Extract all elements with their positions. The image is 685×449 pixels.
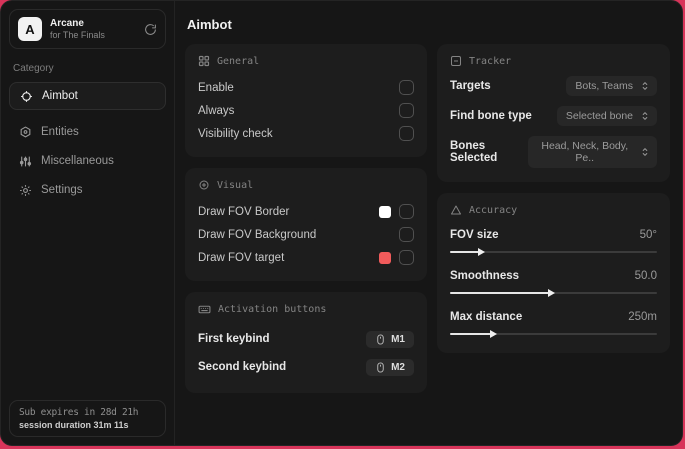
card-accuracy: Accuracy FOV size 50° Smoothness 50.0 Ma… <box>437 193 670 353</box>
fov-target-color-swatch[interactable] <box>379 251 391 264</box>
max-distance-slider[interactable] <box>450 329 657 339</box>
entities-icon <box>19 125 32 139</box>
second-keybind-button[interactable]: M2 <box>366 358 414 376</box>
dropdown-value: Head, Neck, Body, Pe.. <box>541 140 629 164</box>
mouse-icon <box>375 361 386 373</box>
main-content: Aimbot General Enable Always Visibility … <box>175 1 682 445</box>
refresh-icon[interactable] <box>144 23 157 36</box>
sidebar-item-label: Settings <box>41 184 83 196</box>
crosshair-icon <box>20 90 33 103</box>
setting-label: Enable <box>198 81 234 94</box>
sub-expiry-text: Sub expires in 28d 21h <box>19 407 139 418</box>
slider-thumb[interactable] <box>548 289 556 297</box>
always-checkbox[interactable] <box>399 103 414 118</box>
category-label: Category <box>13 63 54 74</box>
sidebar-item-label: Miscellaneous <box>41 155 114 167</box>
setting-label: Targets <box>450 80 491 92</box>
smoothness-value: 50.0 <box>634 270 657 282</box>
first-keybind-button[interactable]: M1 <box>366 330 414 348</box>
gear-icon <box>19 184 32 197</box>
setting-label: Smoothness <box>450 270 520 282</box>
keyboard-icon <box>198 303 211 316</box>
card-tracker: Tracker Targets Bots, Teams Find bone ty… <box>437 44 670 182</box>
card-activation-buttons: Activation buttons First keybind M1 Seco… <box>185 292 427 393</box>
fov-size-value: 50° <box>639 229 657 241</box>
card-title: Activation buttons <box>218 304 327 315</box>
app-window: A Arcane for The Finals Category Aimbot … <box>0 0 683 446</box>
dropdown-value: Selected bone <box>565 110 633 122</box>
sidebar-item-miscellaneous[interactable]: Miscellaneous <box>9 147 166 175</box>
visual-icon <box>198 179 210 191</box>
page-title: Aimbot <box>187 17 232 32</box>
smoothness-slider[interactable] <box>450 288 657 298</box>
max-distance-value: 250m <box>628 311 657 323</box>
fov-border-color-swatch[interactable] <box>379 205 391 218</box>
app-logo: A <box>18 17 42 41</box>
visibility-check-checkbox[interactable] <box>399 126 414 141</box>
setting-label: Always <box>198 104 235 117</box>
bones-selected-dropdown[interactable]: Head, Neck, Body, Pe.. <box>527 136 657 168</box>
dropdown-value: Bots, Teams <box>575 80 633 92</box>
keybind-value: M2 <box>391 361 405 373</box>
session-duration-text: session duration 31m 11s <box>19 420 129 430</box>
keybind-value: M1 <box>391 333 405 345</box>
card-title: General <box>217 55 260 67</box>
draw-fov-background-checkbox[interactable] <box>399 227 414 242</box>
app-header: A Arcane for The Finals <box>9 9 166 49</box>
setting-label: First keybind <box>198 333 270 345</box>
slider-thumb[interactable] <box>490 330 498 338</box>
card-general: General Enable Always Visibility check <box>185 44 427 157</box>
sidebar-item-label: Aimbot <box>42 90 78 102</box>
setting-label: Visibility check <box>198 127 273 140</box>
chevrons-up-down-icon <box>640 147 650 157</box>
card-title: Accuracy <box>469 204 518 216</box>
enable-checkbox[interactable] <box>399 80 414 95</box>
card-visual: Visual Draw FOV Border Draw FOV Backgrou… <box>185 168 427 281</box>
setting-label: Draw FOV Border <box>198 205 290 218</box>
sidebar-item-entities[interactable]: Entities <box>9 118 166 146</box>
setting-label: Second keybind <box>198 361 287 373</box>
setting-label: Draw FOV target <box>198 251 285 264</box>
sidebar-item-settings[interactable]: Settings <box>9 176 166 204</box>
general-icon <box>198 55 210 67</box>
chevrons-up-down-icon <box>640 81 650 91</box>
sidebar-item-label: Entities <box>41 126 79 138</box>
tracker-icon <box>450 55 462 67</box>
targets-dropdown[interactable]: Bots, Teams <box>566 76 657 96</box>
subscription-info: Sub expires in 28d 21h session duration … <box>9 400 166 437</box>
fov-size-slider[interactable] <box>450 247 657 257</box>
setting-label: Find bone type <box>450 110 532 122</box>
app-subtitle: for The Finals <box>50 29 105 40</box>
slider-thumb[interactable] <box>477 248 485 256</box>
draw-fov-target-checkbox[interactable] <box>399 250 414 265</box>
setting-label: Draw FOV Background <box>198 228 317 241</box>
accuracy-icon <box>450 204 462 216</box>
chevrons-up-down-icon <box>640 111 650 121</box>
card-title: Tracker <box>469 55 512 67</box>
mouse-icon <box>375 333 386 345</box>
find-bone-type-dropdown[interactable]: Selected bone <box>556 106 657 126</box>
setting-label: Max distance <box>450 311 523 323</box>
setting-label: Bones Selected <box>450 140 498 164</box>
sidebar: A Arcane for The Finals Category Aimbot … <box>1 1 175 445</box>
sliders-icon <box>19 155 32 168</box>
sidebar-item-aimbot[interactable]: Aimbot <box>9 82 166 110</box>
app-name: Arcane <box>50 17 84 29</box>
draw-fov-border-checkbox[interactable] <box>399 204 414 219</box>
card-title: Visual <box>217 179 254 191</box>
setting-label: FOV size <box>450 229 499 241</box>
